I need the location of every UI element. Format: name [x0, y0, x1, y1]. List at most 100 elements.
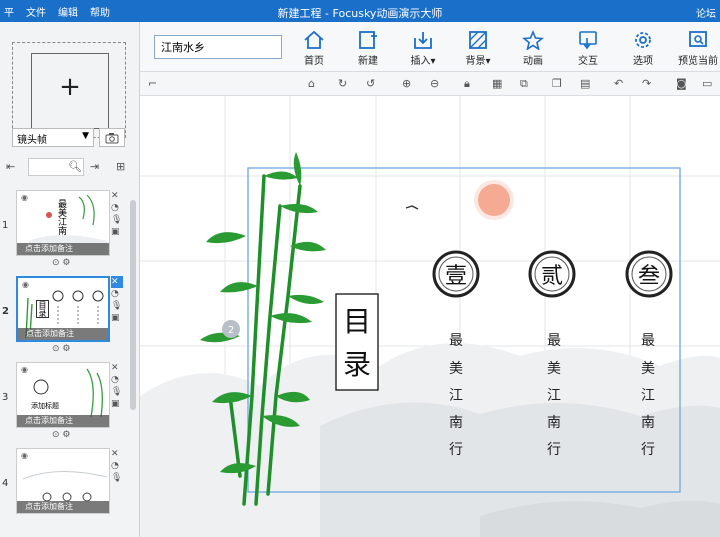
rotate-right-icon[interactable]: ↻ — [338, 77, 347, 90]
gear-icon[interactable]: ⚙ — [62, 344, 70, 354]
add-frame-button[interactable]: + — [12, 42, 126, 138]
close-icon[interactable]: ✕ — [111, 362, 123, 374]
slide-actions: ✕ ◔ 🎙︎ ▣ — [111, 362, 123, 410]
image-icon[interactable]: ▣ — [111, 312, 123, 324]
chapter-numeral-2: 贰 — [541, 264, 563, 289]
chapter-1-line: 南 — [449, 415, 463, 431]
chapter-1-line: 最 — [449, 333, 463, 349]
chapter-3-line: 江 — [641, 388, 655, 404]
tool-animation[interactable]: 动画 — [508, 30, 558, 67]
tool-new[interactable]: 新建 — [343, 30, 393, 67]
chapter-2-line: 行 — [547, 442, 561, 458]
tool-background[interactable]: 背景▾ — [453, 30, 503, 67]
close-icon[interactable]: ✕ — [111, 276, 123, 288]
tool-label: 动画 — [523, 56, 543, 67]
slide-note[interactable]: 点击添加备注 — [18, 328, 108, 340]
slide-thumbnail[interactable]: ◉ 点击添加备注 — [16, 448, 110, 514]
timer-icon[interactable]: ◔ — [111, 460, 123, 472]
align-icon[interactable]: ⧉ — [520, 77, 528, 91]
copy-icon[interactable]: ❐ — [552, 77, 562, 90]
slide-note[interactable]: 点击添加备注 — [17, 243, 109, 255]
lock-icon[interactable]: 🔒︎ — [464, 77, 470, 91]
thumb-title: 添加标题 — [31, 402, 59, 410]
home-icon[interactable]: ⌂ — [308, 77, 315, 90]
forum-link[interactable]: 论坛 — [696, 5, 716, 20]
preview-icon — [689, 31, 707, 47]
timer-icon[interactable]: ◔ — [111, 374, 123, 386]
tool-label: 背景▾ — [465, 56, 491, 67]
slide-nav-row: ⇤ 🔍︎ ⇥ ⊞ — [4, 158, 132, 178]
tool-options[interactable]: 选项 — [618, 30, 668, 67]
chapter-3-line: 最 — [641, 333, 655, 349]
image-icon[interactable]: ▣ — [111, 226, 123, 238]
tool-interaction[interactable]: 交互 — [563, 30, 613, 67]
slide-number: 3 — [2, 392, 9, 403]
slide-controls: ⊙ ⚙ — [52, 344, 71, 354]
settings-icon — [635, 32, 651, 48]
rotate-left-icon[interactable]: ↺ — [366, 77, 375, 90]
frame-type-select[interactable]: 镜头帧 ▼ — [12, 128, 94, 147]
slide-thumbnail[interactable]: ◉ 添加标题 点击添加备注 — [16, 362, 110, 428]
close-icon[interactable]: ✕ — [111, 190, 123, 202]
camera-icon[interactable]: ◙ — [676, 77, 687, 90]
redo-icon[interactable]: ↷ — [642, 77, 651, 90]
timer-icon[interactable]: ◔ — [111, 288, 123, 300]
interaction-icon — [579, 31, 597, 50]
zoom-in-icon[interactable]: ⊕ — [402, 77, 411, 90]
play-icon[interactable]: ⊙ — [52, 344, 60, 354]
chapter-1-line: 行 — [449, 442, 463, 458]
slide-list-scrollbar[interactable] — [130, 200, 136, 410]
canvas-toolbar: ⌐ ⌂ ↻ ↺ ⊕ ⊖ 🔒︎ ▦ ⧉ ❐ ▤ ↶ ↷ ◙ ▭ — [140, 72, 720, 96]
tool-label: 首页 — [304, 56, 324, 67]
undo-icon[interactable]: ↶ — [614, 77, 623, 90]
tool-insert[interactable]: 插入▾ — [398, 30, 448, 67]
last-slide-icon[interactable]: ⇥ — [90, 160, 99, 173]
slide-controls: ⊙ ⚙ — [52, 430, 71, 440]
play-icon[interactable]: ⊙ — [52, 430, 60, 440]
chapter-2-line: 美 — [547, 361, 561, 377]
mic-icon[interactable]: 🎙︎ — [111, 300, 123, 312]
chapter-3-line: 南 — [641, 415, 655, 431]
slide-number: 1 — [2, 220, 9, 231]
camera-button[interactable] — [99, 128, 125, 147]
chapter-2-line: 江 — [547, 388, 561, 404]
play-icon[interactable]: ⊙ — [52, 258, 60, 268]
tool-label: 新建 — [358, 56, 378, 67]
timer-icon[interactable]: ◔ — [111, 202, 123, 214]
slide-actions: ✕ ◔ 🎙︎ ▣ — [111, 190, 123, 238]
project-title-input[interactable] — [154, 35, 282, 59]
mic-icon[interactable]: 🎙︎ — [111, 472, 123, 484]
toc-title-char-1: 目 — [343, 305, 371, 338]
slide-settings-icon[interactable]: ⊞ — [116, 160, 125, 173]
slide-thumbnail[interactable]: ◉ 最美江南 点击添加备注 — [16, 190, 110, 256]
chapter-1-line: 江 — [449, 388, 463, 404]
main-toolbar: 首页 新建 插入▾ 背景▾ 动画 交互 选项 预览当前 — [140, 22, 720, 72]
thumb-title: 目录 — [36, 300, 49, 318]
slide-actions: ✕ ◔ 🎙︎ ▣ — [111, 276, 123, 324]
zoom-out-icon[interactable]: ⊖ — [430, 77, 439, 90]
paste-icon[interactable]: ▤ — [580, 77, 590, 90]
grid-icon[interactable]: ▦ — [492, 77, 502, 90]
tool-preview[interactable]: 预览当前 — [673, 30, 720, 67]
gear-icon[interactable]: ⚙ — [62, 258, 70, 268]
mic-icon[interactable]: 🎙︎ — [111, 214, 123, 226]
first-slide-icon[interactable]: ⇤ — [6, 160, 15, 173]
canvas-artwork: 2 目 录 壹 贰 叁 最 美 江 南 行 最 美 江 南 行 最 美 江 南 … — [140, 96, 720, 537]
window-title: 新建工程 - Focusky动画演示大师 — [277, 7, 443, 20]
chapter-numeral-3: 叁 — [638, 264, 660, 289]
title-bar: 平 文件 编辑 帮助 新建工程 - Focusky动画演示大师 论坛 — [0, 0, 720, 22]
gear-icon[interactable]: ⚙ — [62, 430, 70, 440]
zoom-icon[interactable]: 🔍︎ — [68, 160, 82, 173]
new-icon — [359, 31, 377, 49]
tool-home[interactable]: 首页 — [289, 30, 339, 67]
mic-icon[interactable]: 🎙︎ — [111, 386, 123, 398]
close-icon[interactable]: ✕ — [111, 448, 123, 460]
editor-canvas[interactable]: 2 目 录 壹 贰 叁 最 美 江 南 行 最 美 江 南 行 最 美 江 南 … — [140, 96, 720, 537]
slide-panel: + 镜头帧 ▼ ⇤ 🔍︎ ⇥ ⊞ 1 ◉ 最美江南 点击添加备注 ✕ ◔ 🎙︎ … — [0, 22, 140, 537]
grid-corner-icon[interactable]: ⌐ — [148, 77, 157, 90]
image-icon[interactable]: ▣ — [111, 398, 123, 410]
screen-icon[interactable]: ▭ — [702, 77, 712, 90]
slide-thumbnail[interactable]: ◉ 目录 点击添加备注 — [16, 276, 110, 342]
slide-note[interactable]: 点击添加备注 — [17, 501, 109, 513]
slide-note[interactable]: 点击添加备注 — [17, 415, 109, 427]
